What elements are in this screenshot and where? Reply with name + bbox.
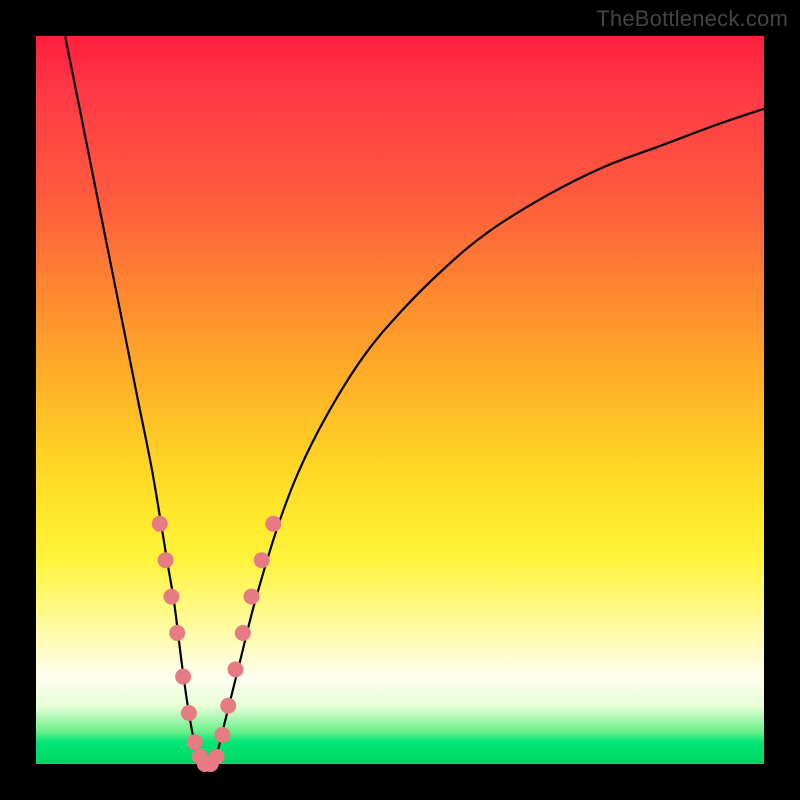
curve-marker [158,552,174,568]
curve-marker [209,749,225,765]
curve-marker [181,705,197,721]
curve-marker [175,669,191,685]
curve-marker [235,625,251,641]
curve-marker [265,516,281,532]
chart-svg [36,36,764,764]
curve-marker [187,734,203,750]
bottleneck-curve [65,36,764,766]
curve-marker [254,552,270,568]
curve-marker [152,516,168,532]
curve-marker [214,727,230,743]
curve-marker [228,661,244,677]
plot-area [36,36,764,764]
curve-marker [244,589,260,605]
curve-marker [220,698,236,714]
chart-frame: TheBottleneck.com [0,0,800,800]
curve-marker [163,589,179,605]
marker-group [152,516,281,772]
watermark-text: TheBottleneck.com [596,6,788,32]
curve-marker [169,625,185,641]
